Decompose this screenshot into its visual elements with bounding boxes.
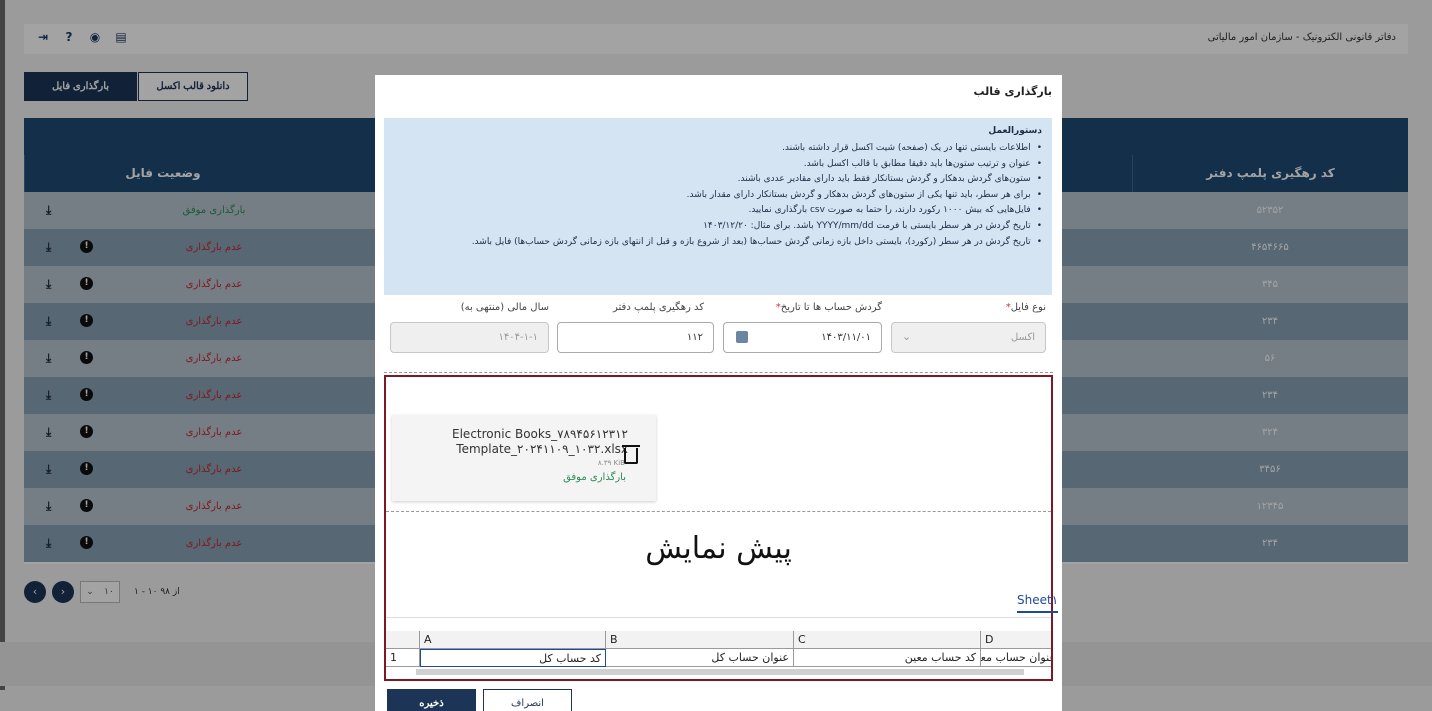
file-type-label: نوع فایل* (1005, 302, 1046, 313)
file-name: Electronic Books_۷۸۹۴۵۶۱۲۳۱۲ Template_۲۰… (452, 427, 628, 456)
instruction-item: تاریخ گردش در هر سطر بایستی با فرمت YYYY… (394, 219, 1042, 235)
instruction-item: برای هر سطر، باید تنها یکی از ستون‌های گ… (394, 188, 1042, 204)
file-type-value: اکسل (1010, 332, 1035, 343)
sheet-cell[interactable]: کد حساب کل (420, 649, 606, 667)
column-header: D (981, 631, 1051, 649)
divider (384, 372, 1053, 373)
modal-title: بارگذاری قالب (973, 85, 1052, 98)
fiscal-year-input: ۱۴۰۴-۱-۱ (390, 322, 549, 353)
file-size: ۸.۳۹ KiB (597, 459, 625, 467)
instruction-item: فایل‌هایی که بیش ۱۰۰۰ رکورد دارند، را حت… (394, 203, 1042, 219)
sheet-cell[interactable]: عنوان حساب کل (606, 649, 794, 667)
seal-code-value: ۱۱۲ (686, 332, 703, 343)
corner-cell (386, 631, 420, 649)
instruction-item: اطلاعات بایستی تنها در یک (صفحه) شیت اکس… (394, 141, 1042, 157)
instruction-item: تاریخ گردش در هر سطر (رکورد)، بایستی داخ… (394, 235, 1042, 251)
instructions-list: اطلاعات بایستی تنها در یک (صفحه) شیت اکس… (394, 141, 1042, 250)
sheet-header-row: A B C D (386, 631, 1051, 649)
date-to-label: گردش حساب ها تا تاریخ* (775, 302, 882, 313)
fiscal-year-label: سال مالی (منتهی به) (460, 302, 549, 313)
horizontal-scrollbar[interactable] (416, 669, 1024, 675)
instruction-item: عنوان و ترتیب ستون‌ها باید دقیقا مطابق ب… (394, 157, 1042, 173)
sheet-tab[interactable]: Sheet۱ (1017, 593, 1059, 613)
seal-code-label: کد رهگیری پلمپ دفتر (613, 302, 704, 313)
row-number: 1 (386, 649, 420, 667)
instructions-title: دستورالعمل (988, 126, 1042, 136)
save-button[interactable]: ذخیره (387, 689, 476, 711)
chevron-down-icon: ⌄ (902, 330, 912, 343)
instructions-box: دستورالعمل اطلاعات بایستی تنها در یک (صف… (384, 118, 1052, 295)
sheet-cell[interactable]: عنوان حساب معین (981, 649, 1051, 667)
file-type-select[interactable]: اکسل ⌄ (891, 322, 1046, 353)
seal-code-input[interactable]: ۱۱۲ (557, 322, 714, 353)
calendar-icon[interactable] (736, 331, 748, 343)
sheet-cell[interactable]: کد حساب معین (794, 649, 981, 667)
column-header: C (794, 631, 981, 649)
upload-area[interactable]: Electronic Books_۷۸۹۴۵۶۱۲۳۱۲ Template_۲۰… (384, 375, 1059, 681)
divider (386, 511, 1051, 512)
fiscal-year-value: ۱۴۰۴-۱-۱ (498, 332, 538, 343)
column-header: B (606, 631, 794, 649)
divider (386, 617, 1051, 618)
trash-icon[interactable] (622, 445, 640, 464)
column-header: A (420, 631, 606, 649)
preview-title: پیش نمایش (645, 531, 792, 566)
date-to-value: ۱۴۰۳/۱۱/۰۱ (821, 332, 871, 343)
uploaded-file-card: Electronic Books_۷۸۹۴۵۶۱۲۳۱۲ Template_۲۰… (392, 415, 656, 501)
sheet-data-row: 1 کد حساب کل عنوان حساب کل کد حساب معین … (386, 649, 1051, 667)
file-upload-status: بارگذاری موفق (563, 472, 626, 483)
date-to-input[interactable]: ۱۴۰۳/۱۱/۰۱ (723, 322, 882, 353)
cancel-button[interactable]: انصراف (483, 689, 572, 711)
instruction-item: ستون‌های گردش بدهکار و گردش بستانکار فقط… (394, 172, 1042, 188)
upload-template-modal: بارگذاری قالب دستورالعمل اطلاعات بایستی … (375, 75, 1062, 711)
